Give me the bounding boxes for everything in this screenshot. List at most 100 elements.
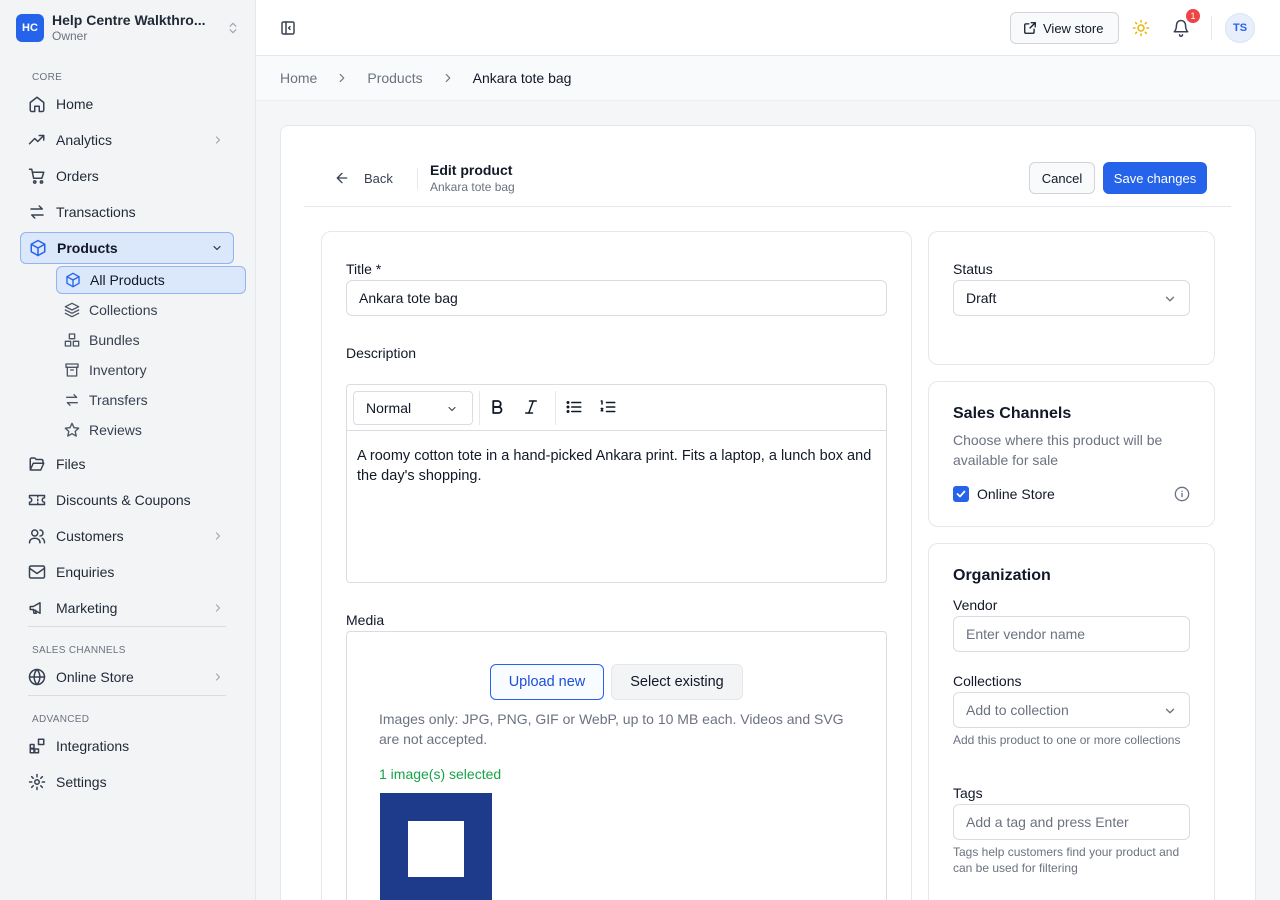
sidebar-subitem-label: Bundles (89, 332, 140, 348)
bold-icon[interactable] (488, 398, 506, 416)
sidebar-subitem-label: Reviews (89, 422, 142, 438)
sidebar-item-customers[interactable]: Customers (20, 520, 234, 552)
sidebar-item-products[interactable]: Products (20, 232, 234, 264)
chevron-right-icon (340, 73, 345, 83)
title-input[interactable]: Ankara tote bag (346, 280, 887, 316)
description-text[interactable]: A roomy cotton tote in a hand-picked Ank… (357, 446, 877, 486)
sidebar-item-files[interactable]: Files (20, 448, 234, 480)
boxes-icon (64, 333, 80, 347)
folder-open-icon (29, 457, 45, 471)
sidebar-subitem-reviews[interactable]: Reviews (56, 416, 246, 444)
chevron-down-icon (1165, 296, 1175, 302)
sidebar-item-analytics[interactable]: Analytics (20, 124, 234, 156)
breadcrumb: Home Products Ankara tote bag (256, 56, 1280, 101)
sidebar: HC Help Centre Walkthro... Owner CORE Ho… (0, 0, 256, 900)
sidebar-item-orders[interactable]: Orders (20, 160, 234, 192)
sidebar-subitem-label: Transfers (89, 392, 148, 408)
sidebar-toggle-icon[interactable] (280, 20, 296, 36)
topbar-divider (1211, 16, 1212, 40)
sidebar-item-transactions[interactable]: Transactions (20, 196, 234, 228)
shopping-cart-icon (28, 168, 45, 184)
breadcrumb-products[interactable]: Products (367, 70, 422, 86)
media-selected-count: 1 image(s) selected (379, 766, 502, 782)
workspace-badge: HC (16, 14, 44, 42)
sidebar-item-label: Customers (56, 528, 124, 544)
description-label: Description (346, 345, 417, 361)
sidebar-item-enquiries[interactable]: Enquiries (20, 556, 234, 588)
workspace-switcher[interactable]: HC Help Centre Walkthro... Owner (16, 10, 240, 46)
sidebar-item-home[interactable]: Home (20, 88, 234, 120)
gear-icon (28, 773, 46, 791)
upload-new-button[interactable]: Upload new (490, 664, 604, 700)
arrows-left-right-icon (30, 205, 44, 219)
chevron-right-icon (215, 673, 221, 681)
save-button[interactable]: Save changes (1103, 162, 1207, 194)
italic-icon[interactable] (522, 398, 540, 416)
info-icon[interactable] (1174, 486, 1190, 502)
sidebar-item-label: Home (56, 96, 94, 112)
sidebar-item-marketing[interactable]: Marketing (20, 592, 234, 624)
section-label-advanced: ADVANCED (32, 714, 90, 725)
vendor-input[interactable]: Enter vendor name (953, 616, 1190, 652)
sales-channels-title: Sales Channels (953, 405, 1072, 422)
media-label: Media (346, 612, 385, 628)
arrows-left-right-icon (66, 394, 78, 406)
workspace-name: Help Centre Walkthro... (52, 12, 206, 28)
package-icon (30, 239, 46, 257)
back-label: Back (364, 170, 393, 186)
sidebar-item-label: Products (57, 240, 118, 256)
sidebar-subitem-label: All Products (90, 272, 165, 288)
sidebar-subitem-collections[interactable]: Collections (56, 296, 246, 324)
chevrons-up-down-icon (229, 22, 237, 34)
tags-input[interactable]: Add a tag and press Enter (953, 804, 1190, 840)
format-select[interactable]: Normal (353, 391, 473, 425)
sales-channels-description: Choose where this product will be availa… (953, 432, 1163, 468)
status-value: Draft (966, 290, 997, 306)
cancel-button[interactable]: Cancel (1029, 162, 1095, 194)
collections-select[interactable]: Add to collection (953, 692, 1190, 728)
numbered-list-icon[interactable] (599, 398, 617, 416)
bullet-list-icon[interactable] (565, 398, 583, 416)
sun-icon[interactable] (1132, 19, 1150, 37)
package-icon (66, 272, 80, 288)
collections-help: Add this product to one or more collecti… (953, 733, 1181, 747)
collections-label: Collections (953, 673, 1022, 689)
avatar[interactable]: TS (1225, 13, 1255, 43)
sidebar-subitem-label: Collections (89, 302, 158, 318)
notification-badge: 1 (1186, 9, 1200, 23)
sidebar-subitem-all-products[interactable]: All Products (56, 266, 246, 294)
tags-label: Tags (953, 785, 983, 801)
sidebar-item-label: Files (56, 456, 86, 472)
sidebar-item-label: Marketing (56, 600, 118, 616)
trending-up-icon (28, 134, 45, 145)
sidebar-subitem-bundles[interactable]: Bundles (56, 326, 246, 354)
sidebar-item-online-store[interactable]: Online Store (20, 661, 234, 693)
sidebar-item-integrations[interactable]: Integrations (20, 730, 234, 762)
sidebar-item-settings[interactable]: Settings (20, 766, 234, 798)
section-label-core: CORE (32, 72, 63, 83)
chevron-down-icon (448, 406, 456, 412)
breadcrumb-home[interactable]: Home (280, 70, 317, 86)
sidebar-subitem-label: Inventory (89, 362, 147, 378)
media-thumbnail[interactable] (380, 793, 492, 900)
chevron-down-icon (213, 245, 221, 251)
collections-placeholder: Add to collection (966, 702, 1069, 718)
select-existing-button[interactable]: Select existing (611, 664, 743, 700)
online-store-checkbox[interactable] (953, 486, 969, 502)
status-select[interactable]: Draft (953, 280, 1190, 316)
sidebar-divider (28, 695, 226, 696)
back-button[interactable]: Back (334, 168, 393, 188)
archive-icon (65, 363, 79, 377)
vendor-label: Vendor (953, 597, 998, 613)
sidebar-subitem-inventory[interactable]: Inventory (56, 356, 246, 384)
chevron-right-icon (215, 136, 221, 144)
bell-icon[interactable] (1172, 19, 1190, 37)
view-store-button[interactable]: View store (1010, 12, 1119, 44)
arrow-left-icon (336, 172, 348, 184)
sidebar-item-discounts[interactable]: Discounts & Coupons (20, 484, 234, 516)
sidebar-item-label: Online Store (56, 669, 134, 685)
organization-title: Organization (953, 567, 1051, 584)
sidebar-subitem-transfers[interactable]: Transfers (56, 386, 246, 414)
toolbar-divider (555, 391, 556, 425)
star-icon (64, 422, 80, 437)
